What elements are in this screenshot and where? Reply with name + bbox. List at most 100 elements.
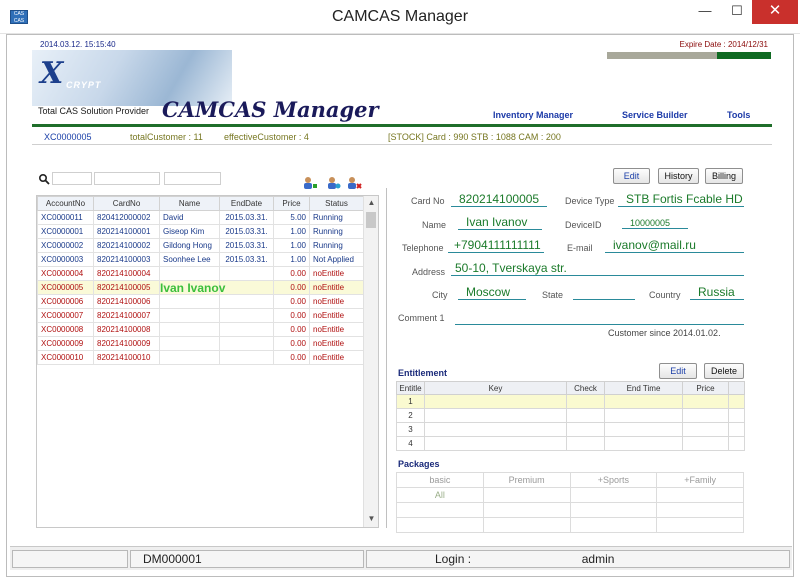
billing-button[interactable]: Billing <box>705 168 743 184</box>
package-premium-value[interactable] <box>482 487 571 503</box>
search-icon[interactable] <box>38 173 50 185</box>
column-header-name[interactable]: Name <box>159 196 220 211</box>
packages-table: basic Premium +Sports +Family All <box>396 472 744 533</box>
cell-cardno: 820214100007 <box>93 308 160 323</box>
menu-service-builder[interactable]: Service Builder <box>622 110 688 120</box>
search-name-input[interactable] <box>164 172 221 185</box>
package-basic-value[interactable]: All <box>396 487 484 503</box>
column-header-cardno[interactable]: CardNo <box>93 196 160 211</box>
effective-customer: effectiveCustomer : 4 <box>224 132 309 142</box>
table-row[interactable]: XC0000007 820214100007 0.00 noEntitle <box>37 308 364 323</box>
packages-row[interactable]: All <box>396 487 744 503</box>
device-type-field[interactable]: STB Fortis Fcable HD <box>618 192 744 207</box>
packages-row[interactable] <box>396 502 744 518</box>
package-sports-value[interactable] <box>569 487 658 503</box>
cell-price: 0.00 <box>273 336 310 351</box>
cell-endtime[interactable] <box>604 436 683 451</box>
panel-divider <box>386 188 387 528</box>
table-row[interactable]: XC0000011 820412000002 David 2015.03.31. 5.0… <box>37 210 364 225</box>
cell-check[interactable] <box>566 408 605 423</box>
table-row[interactable]: XC0000010 820214100010 0.00 noEntitle <box>37 350 364 365</box>
cell-endtime[interactable] <box>604 422 683 437</box>
package-basic-header[interactable]: basic <box>396 472 484 488</box>
close-button[interactable]: ✕ <box>752 0 798 24</box>
edit-user-icon[interactable] <box>325 176 341 190</box>
table-row[interactable]: XC0000006 820214100006 0.00 noEntitle <box>37 294 364 309</box>
cell-cardno: 820214100009 <box>93 336 160 351</box>
table-row[interactable]: 1 <box>396 394 745 409</box>
delete-user-icon[interactable] <box>346 176 362 190</box>
search-account-input[interactable] <box>52 172 92 185</box>
customer-grid: AccountNo CardNo Name EndDate Price Stat… <box>36 195 379 528</box>
scroll-thumb[interactable] <box>366 212 376 228</box>
entitlement-edit-button[interactable]: Edit <box>659 363 697 379</box>
cell-check[interactable] <box>566 394 605 409</box>
cell-price[interactable] <box>682 436 729 451</box>
column-header-enddate[interactable]: EndDate <box>219 196 274 211</box>
package-cell[interactable] <box>396 502 484 518</box>
table-row[interactable]: XC0000008 820214100008 0.00 noEntitle <box>37 322 364 337</box>
table-row[interactable]: 2 <box>396 408 745 423</box>
name-field[interactable]: Ivan Ivanov <box>458 215 542 230</box>
scroll-down-icon[interactable]: ▼ <box>364 512 378 526</box>
table-row[interactable]: XC0000001 820214100001 Giseop Kim 2015.03.3… <box>37 224 364 239</box>
column-header-status[interactable]: Status <box>309 196 364 211</box>
address-field[interactable]: 50-10, Tverskaya str. <box>451 261 744 276</box>
grid-scrollbar[interactable]: ▲ ▼ <box>363 196 378 527</box>
city-field[interactable]: Moscow <box>458 285 526 300</box>
packages-row[interactable] <box>396 517 744 533</box>
package-sports-header[interactable]: +Sports <box>569 472 658 488</box>
edit-button[interactable]: Edit <box>613 168 650 184</box>
scroll-up-icon[interactable]: ▲ <box>364 196 378 210</box>
table-row[interactable]: 3 <box>396 422 745 437</box>
table-row[interactable]: XC0000004 820214100004 0.00 noEntitle <box>37 266 364 281</box>
table-row[interactable]: XC0000002 820214100002 Gildong Hong 2015.03… <box>37 238 364 253</box>
add-user-icon[interactable] <box>302 176 318 190</box>
table-row[interactable]: 4 <box>396 436 745 451</box>
package-cell[interactable] <box>569 517 658 533</box>
package-family-header[interactable]: +Family <box>656 472 744 488</box>
cell-check[interactable] <box>566 422 605 437</box>
entitlement-delete-button[interactable]: Delete <box>704 363 744 379</box>
table-header-row: Entitle Key Check End Time Price <box>396 381 745 395</box>
telephone-field[interactable]: +7904111111111 <box>448 238 544 253</box>
cell-endtime[interactable] <box>604 394 683 409</box>
package-cell[interactable] <box>656 502 744 518</box>
comment-field[interactable] <box>455 310 744 325</box>
table-row[interactable]: XC0000009 820214100009 0.00 noEntitle <box>37 336 364 351</box>
package-cell[interactable] <box>569 502 658 518</box>
device-id-field[interactable]: 10000005 <box>622 218 688 229</box>
package-cell[interactable] <box>482 502 571 518</box>
menu-tools[interactable]: Tools <box>727 110 750 120</box>
maximize-button[interactable]: ☐ <box>722 0 752 24</box>
state-field[interactable] <box>573 285 635 300</box>
card-no-field[interactable]: 820214100005 <box>451 192 547 207</box>
package-cell[interactable] <box>396 517 484 533</box>
minimize-button[interactable]: — <box>690 0 720 24</box>
history-button[interactable]: History <box>658 168 699 184</box>
column-header-accountno[interactable]: AccountNo <box>37 196 94 211</box>
search-card-input[interactable] <box>94 172 160 185</box>
cell-cardno: 820214100010 <box>93 350 160 365</box>
package-cell[interactable] <box>656 517 744 533</box>
cell-key[interactable] <box>424 394 567 409</box>
cell-key[interactable] <box>424 422 567 437</box>
email-field[interactable]: ivanov@mail.ru <box>605 238 744 253</box>
cell-key[interactable] <box>424 436 567 451</box>
package-cell[interactable] <box>482 517 571 533</box>
cell-check[interactable] <box>566 436 605 451</box>
header-divider <box>32 124 772 127</box>
cell-price: 1.00 <box>273 224 310 239</box>
cell-price[interactable] <box>682 394 729 409</box>
column-header-price[interactable]: Price <box>273 196 310 211</box>
package-premium-header[interactable]: Premium <box>482 472 571 488</box>
table-row[interactable]: XC0000003 820214100003 Soonhee Lee 2015.03.… <box>37 252 364 267</box>
country-field[interactable]: Russia <box>690 285 744 300</box>
cell-price[interactable] <box>682 408 729 423</box>
cell-accountno: XC0000009 <box>37 336 94 351</box>
menu-inventory-manager[interactable]: Inventory Manager <box>493 110 573 120</box>
cell-price[interactable] <box>682 422 729 437</box>
cell-endtime[interactable] <box>604 408 683 423</box>
package-family-value[interactable] <box>656 487 744 503</box>
cell-key[interactable] <box>424 408 567 423</box>
